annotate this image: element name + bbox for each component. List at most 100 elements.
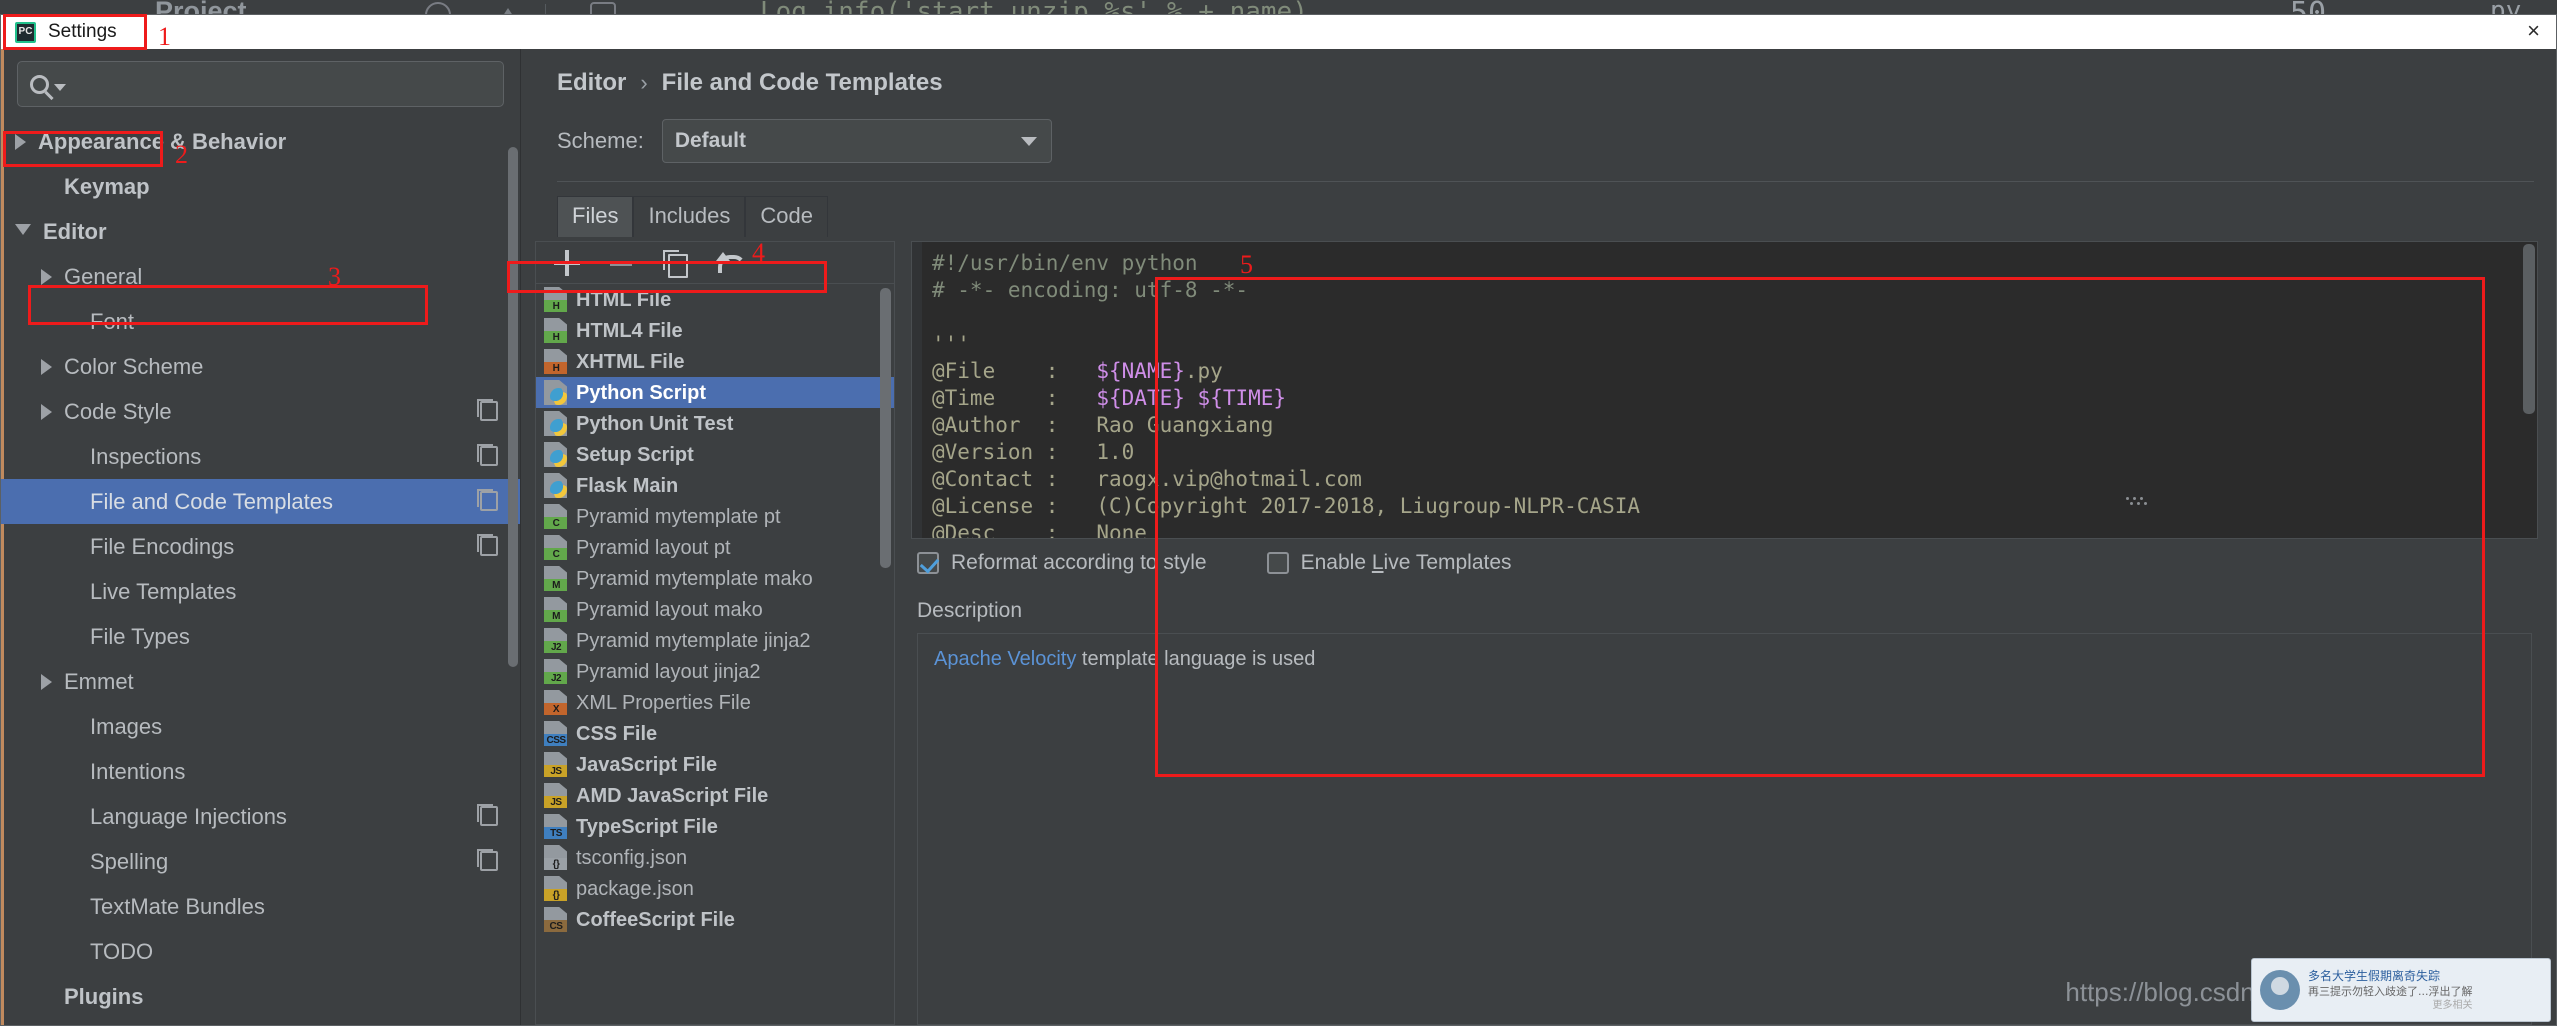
- sidebar-item-appearance-behavior[interactable]: Appearance & Behavior: [1, 119, 520, 164]
- template-list[interactable]: HHTML FileHHTML4 FileHXHTML FilePython S…: [536, 284, 894, 1024]
- file-icon: J2: [544, 659, 567, 684]
- editor-line: @Author : Rao Guangxiang: [932, 412, 2537, 439]
- template-list-item[interactable]: HHTML File: [536, 284, 894, 315]
- template-list-item[interactable]: MPyramid layout mako: [536, 594, 894, 625]
- template-list-item[interactable]: CPyramid layout pt: [536, 532, 894, 563]
- sidebar-item-inspections[interactable]: Inspections: [1, 434, 520, 479]
- search-input[interactable]: [76, 74, 491, 95]
- chevron-down-icon[interactable]: [54, 84, 66, 91]
- close-icon[interactable]: ×: [2527, 20, 2540, 42]
- sidebar-item-textmate-bundles[interactable]: TextMate Bundles: [1, 884, 520, 929]
- template-tabs[interactable]: FilesIncludesCode: [557, 196, 2556, 237]
- breadcrumb: Editor › File and Code Templates: [557, 69, 2556, 97]
- resize-grip[interactable]: [2126, 497, 2152, 507]
- live-templates-checkbox[interactable]: [1267, 552, 1289, 574]
- template-list-item[interactable]: {}tsconfig.json: [536, 842, 894, 873]
- sidebar-item-plugins[interactable]: Plugins: [1, 974, 520, 1019]
- sidebar-item-code-style[interactable]: Code Style: [1, 389, 520, 434]
- template-list-item[interactable]: J2Pyramid mytemplate jinja2: [536, 625, 894, 656]
- tab-includes[interactable]: Includes: [633, 196, 745, 237]
- sidebar-item-color-scheme[interactable]: Color Scheme: [1, 344, 520, 389]
- copy-settings-icon[interactable]: [480, 806, 498, 826]
- template-list-item[interactable]: TSTypeScript File: [536, 811, 894, 842]
- copy-template-button[interactable]: [662, 250, 688, 276]
- code-token: @Contact : raogx.vip@hotmail.com: [932, 467, 1362, 491]
- sidebar-item-editor[interactable]: Editor: [1, 209, 520, 254]
- sidebar-item-version-control[interactable]: Version Control: [1, 1019, 520, 1025]
- chevron-down-icon[interactable]: [15, 224, 31, 243]
- file-type-badge: {}: [544, 858, 568, 870]
- template-list-item[interactable]: Setup Script: [536, 439, 894, 470]
- sidebar-item-live-templates[interactable]: Live Templates: [1, 569, 520, 614]
- template-list-panel: HHTML FileHHTML4 FileHXHTML FilePython S…: [535, 241, 895, 1025]
- copy-settings-icon[interactable]: [480, 401, 498, 421]
- reformat-checkbox[interactable]: [917, 552, 939, 574]
- template-code-editor[interactable]: #!/usr/bin/env python# -*- encoding: utf…: [911, 241, 2538, 539]
- copy-settings-icon[interactable]: [480, 491, 498, 511]
- sidebar-item-spelling[interactable]: Spelling: [1, 839, 520, 884]
- add-template-button[interactable]: [554, 250, 580, 276]
- sidebar-item-general[interactable]: General: [1, 254, 520, 299]
- settings-tree[interactable]: Appearance & BehaviorKeymapEditorGeneral…: [1, 117, 520, 1025]
- sidebar-item-todo[interactable]: TODO: [1, 929, 520, 974]
- template-list-item[interactable]: CSSCSS File: [536, 718, 894, 749]
- chevron-right-icon[interactable]: [41, 404, 52, 420]
- template-name: HTML4 File: [576, 321, 683, 341]
- scheme-dropdown[interactable]: Default: [662, 119, 1052, 163]
- sidebar-item-file-and-code-templates[interactable]: File and Code Templates: [1, 479, 520, 524]
- sidebar-item-label: Plugins: [64, 986, 143, 1008]
- chevron-right-icon[interactable]: [15, 134, 26, 150]
- sidebar-item-emmet[interactable]: Emmet: [1, 659, 520, 704]
- template-list-scrollbar[interactable]: [880, 288, 891, 568]
- ad-toast-popup[interactable]: 多名大学生假期离奇失踪 再三提示勿轻入歧途了...浮出了解 更多相关: [2251, 958, 2551, 1022]
- code-token: #!/usr/bin/env python: [932, 251, 1198, 275]
- sidebar-item-file-encodings[interactable]: File Encodings: [1, 524, 520, 569]
- sidebar-item-intentions[interactable]: Intentions: [1, 749, 520, 794]
- chevron-right-icon[interactable]: [41, 269, 52, 285]
- tab-code[interactable]: Code: [745, 196, 828, 237]
- template-list-item[interactable]: CSCoffeeScript File: [536, 904, 894, 935]
- template-list-item[interactable]: {} package.json: [536, 873, 894, 904]
- chevron-right-icon[interactable]: [41, 359, 52, 375]
- template-list-item[interactable]: HHTML4 File: [536, 315, 894, 346]
- editor-line: #!/usr/bin/env python: [932, 250, 2537, 277]
- sidebar-item-keymap[interactable]: Keymap: [1, 164, 520, 209]
- template-list-item[interactable]: JSJavaScript File: [536, 749, 894, 780]
- editor-scrollbar[interactable]: [2523, 244, 2535, 414]
- sidebar-item-language-injections[interactable]: Language Injections: [1, 794, 520, 839]
- copy-settings-icon[interactable]: [480, 851, 498, 871]
- reset-template-button[interactable]: [716, 250, 742, 276]
- template-list-item[interactable]: XXML Properties File: [536, 687, 894, 718]
- live-templates-checkbox-row[interactable]: Enable Live Templates: [1267, 551, 1512, 575]
- tab-files[interactable]: Files: [557, 196, 633, 237]
- editor-text-area[interactable]: #!/usr/bin/env python# -*- encoding: utf…: [922, 242, 2537, 538]
- remove-template-button[interactable]: [608, 250, 634, 276]
- template-list-item[interactable]: J2Pyramid layout jinja2: [536, 656, 894, 687]
- template-list-item[interactable]: MPyramid mytemplate mako: [536, 563, 894, 594]
- template-name: Pyramid mytemplate mako: [576, 569, 813, 589]
- editor-line: ''': [932, 331, 2537, 358]
- search-box[interactable]: [17, 61, 504, 107]
- chevron-right-icon[interactable]: [41, 674, 52, 690]
- sidebar-item-label: Language Injections: [90, 806, 287, 828]
- template-list-item[interactable]: CPyramid mytemplate pt: [536, 501, 894, 532]
- copy-settings-icon[interactable]: [480, 446, 498, 466]
- reformat-checkbox-row[interactable]: Reformat according to style: [917, 551, 1207, 575]
- sidebar-item-file-types[interactable]: File Types: [1, 614, 520, 659]
- template-list-item[interactable]: Python Unit Test: [536, 408, 894, 439]
- sidebar-scrollbar[interactable]: [508, 147, 518, 667]
- template-list-item[interactable]: Python Script: [536, 377, 894, 408]
- template-name: XHTML File: [576, 352, 685, 372]
- copy-settings-icon[interactable]: [480, 536, 498, 556]
- breadcrumb-parent[interactable]: Editor: [557, 69, 626, 97]
- template-list-item[interactable]: HXHTML File: [536, 346, 894, 377]
- template-list-item[interactable]: Flask Main: [536, 470, 894, 501]
- sidebar-item-font[interactable]: Font: [1, 299, 520, 344]
- template-list-item[interactable]: JSAMD JavaScript File: [536, 780, 894, 811]
- template-name: Python Unit Test: [576, 414, 733, 434]
- template-name: package.json: [576, 879, 694, 899]
- editor-line: @Desc : None: [932, 520, 2537, 538]
- apache-velocity-link[interactable]: Apache Velocity: [934, 648, 1076, 670]
- sidebar-item-images[interactable]: Images: [1, 704, 520, 749]
- file-type-badge: {}: [544, 889, 568, 901]
